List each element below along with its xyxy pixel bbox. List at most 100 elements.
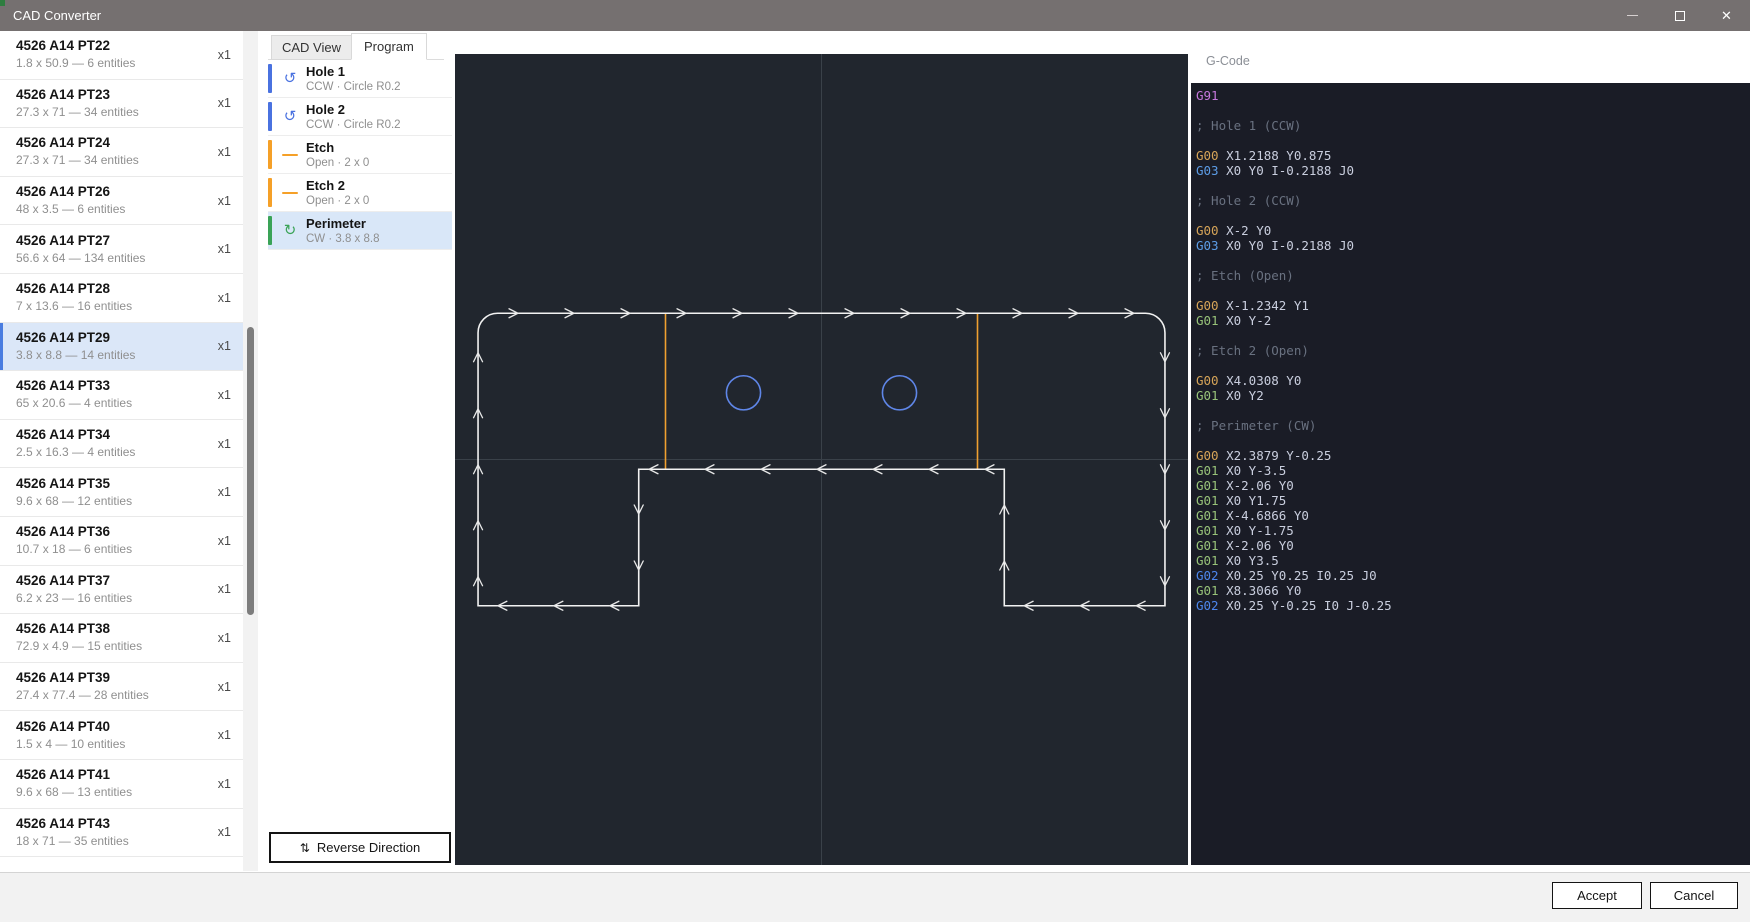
- minimize-icon: [1627, 15, 1638, 16]
- operation-item[interactable]: ↺Hole 1CCW · Circle R0.2: [268, 60, 452, 98]
- tab-cad-view[interactable]: CAD View: [271, 35, 352, 60]
- part-dims: 27.4 x 77.4 — 28 entities: [16, 688, 210, 703]
- part-list-item[interactable]: 4526 A14 PT401.5 x 4 — 10 entitiesx1: [0, 711, 243, 760]
- part-list-item[interactable]: 4526 A14 PT293.8 x 8.8 — 14 entities x1: [0, 323, 243, 372]
- reverse-direction-label: Reverse Direction: [317, 840, 420, 855]
- part-list-item[interactable]: 4526 A14 PT2648 x 3.5 — 6 entitiesx1: [0, 177, 243, 226]
- footer-bar: Accept Cancel: [0, 872, 1750, 922]
- part-list-item[interactable]: 4526 A14 PT3610.7 x 18 — 6 entitiesx1: [0, 517, 243, 566]
- parts-list: 4526 A14 PT221.8 x 50.9 — 6 entitiesx145…: [0, 31, 243, 872]
- gcode-line: G03 X0 Y0 I-0.2188 J0: [1196, 163, 1750, 178]
- part-quantity: x1: [218, 825, 231, 839]
- part-info: 4526 A14 PT3927.4 x 77.4 — 28 entities: [16, 670, 210, 703]
- part-list-item[interactable]: 4526 A14 PT221.8 x 50.9 — 6 entitiesx1: [0, 31, 243, 80]
- part-name: 4526 A14 PT36: [16, 524, 210, 540]
- gcode-title: G-Code: [1206, 54, 1250, 68]
- part-list-item[interactable]: 4526 A14 PT419.6 x 68 — 13 entitiesx1: [0, 760, 243, 809]
- part-quantity: x1: [218, 48, 231, 62]
- gcode-line: G00 X2.3879 Y-0.25: [1196, 448, 1750, 463]
- cancel-button[interactable]: Cancel: [1650, 882, 1738, 909]
- gcode-line: G00 X-2 Y0: [1196, 223, 1750, 238]
- part-list-item[interactable]: 4526 A14 PT44x1: [0, 857, 243, 872]
- part-info: 4526 A14 PT2648 x 3.5 — 6 entities: [16, 184, 210, 217]
- part-dims: 6.2 x 23 — 16 entities: [16, 591, 210, 606]
- operation-text: Etch 2Open · 2 x 0: [306, 178, 369, 208]
- operation-accent-bar: [268, 178, 272, 207]
- part-list-item[interactable]: 4526 A14 PT359.6 x 68 — 12 entitiesx1: [0, 468, 243, 517]
- part-list-item[interactable]: 4526 A14 PT37 6.2 x 23 — 16 entities x1: [0, 566, 243, 615]
- part-quantity: x1: [218, 242, 231, 256]
- part-name: 4526 A14 PT33: [16, 378, 210, 394]
- gcode-line: G01 X0 Y-3.5: [1196, 463, 1750, 478]
- operation-detail: CCW · Circle R0.2: [306, 118, 401, 132]
- part-info: 4526 A14 PT3872.9 x 4.9 — 15 entities: [16, 621, 210, 654]
- gcode-line: ; Etch (Open): [1196, 268, 1750, 283]
- parts-list-scrollbar[interactable]: [243, 31, 258, 871]
- operation-text: Hole 2CCW · Circle R0.2: [306, 102, 401, 132]
- program-panel: CAD ViewProgram ↺ Hole 1 CCW · Circle R0.2…: [258, 31, 455, 866]
- tab-program[interactable]: Program: [351, 33, 427, 60]
- gcode-line: G00 X1.2188 Y0.875: [1196, 148, 1750, 163]
- part-list-item[interactable]: 4526 A14 PT342.5 x 16.3 — 4 entitiesx1: [0, 420, 243, 469]
- part-dims: 9.6 x 68 — 12 entities: [16, 494, 210, 509]
- part-name: 4526 A14 PT37: [16, 573, 210, 589]
- scrollbar-thumb[interactable]: [247, 327, 254, 615]
- gcode-line: G01 X-2.06 Y0: [1196, 538, 1750, 553]
- operation-name: Hole 1: [306, 64, 401, 79]
- gcode-line: ; Etch 2 (Open): [1196, 343, 1750, 358]
- gcode-line: G01 X0 Y-1.75: [1196, 523, 1750, 538]
- part-dims: 56.6 x 64 — 134 entities: [16, 251, 210, 266]
- gcode-line: [1196, 403, 1750, 418]
- operation-accent-bar: [268, 216, 272, 245]
- gcode-line: ; Hole 1 (CCW): [1196, 118, 1750, 133]
- part-quantity: x1: [218, 339, 231, 353]
- part-quantity: x1: [218, 728, 231, 742]
- part-list-item[interactable]: 4526 A14 PT2327.3 x 71 — 34 entitiesx1: [0, 80, 243, 129]
- part-list-item[interactable]: 4526 A14 PT3365 x 20.6 — 4 entitiesx1: [0, 371, 243, 420]
- maximize-button[interactable]: [1656, 0, 1703, 31]
- accept-button[interactable]: Accept: [1552, 882, 1642, 909]
- part-list-item[interactable]: 4526 A14 PT3872.9 x 4.9 — 15 entitiesx1: [0, 614, 243, 663]
- part-name: 4526 A14 PT28: [16, 281, 210, 297]
- part-info: 4526 A14 PT293.8 x 8.8 — 14 entities: [16, 330, 210, 363]
- part-name: 4526 A14 PT29: [16, 330, 210, 346]
- part-dims: 7 x 13.6 — 16 entities: [16, 299, 210, 314]
- part-quantity: x1: [218, 582, 231, 596]
- gcode-line: ; Perimeter (CW): [1196, 418, 1750, 433]
- operation-item[interactable]: EtchOpen · 2 x 0: [268, 136, 452, 174]
- operation-item[interactable]: ↻PerimeterCW · 3.8 x 8.8: [268, 212, 452, 250]
- reverse-direction-button[interactable]: ⇅ Reverse Direction: [269, 832, 451, 863]
- minimize-button[interactable]: [1609, 0, 1656, 31]
- cad-canvas[interactable]: [455, 54, 1188, 865]
- part-info: 4526 A14 PT419.6 x 68 — 13 entities: [16, 767, 210, 800]
- part-dims: 65 x 20.6 — 4 entities: [16, 396, 210, 411]
- part-list-item[interactable]: 4526 A14 PT4318 x 71 — 35 entitiesx1: [0, 809, 243, 858]
- operation-accent-bar: [268, 102, 272, 131]
- part-list-item[interactable]: 4526 A14 PT3927.4 x 77.4 — 28 entitiesx1: [0, 663, 243, 712]
- operation-item[interactable]: Etch 2Open · 2 x 0: [268, 174, 452, 212]
- hole-circle: [726, 376, 760, 410]
- operation-item[interactable]: ↺Hole 2CCW · Circle R0.2: [268, 98, 452, 136]
- part-list-item[interactable]: 4526 A14 PT2427.3 x 71 — 34 entitiesx1: [0, 128, 243, 177]
- part-list-item[interactable]: 4526 A14 PT2756.6 x 64 — 134 entitiesx1: [0, 225, 243, 274]
- gcode-text[interactable]: G91 ; Hole 1 (CCW) G00 X1.2188 Y0.875G03…: [1191, 83, 1750, 865]
- gcode-line: [1196, 283, 1750, 298]
- gcode-line: G03 X0 Y0 I-0.2188 J0: [1196, 238, 1750, 253]
- window-title: CAD Converter: [13, 8, 101, 23]
- gcode-line: G02 X0.25 Y-0.25 I0 J-0.25: [1196, 598, 1750, 613]
- close-button[interactable]: ✕: [1703, 0, 1750, 31]
- operation-name: Etch: [306, 140, 369, 155]
- part-list-item[interactable]: 4526 A14 PT287 x 13.6 — 16 entitiesx1: [0, 274, 243, 323]
- gcode-line: G91: [1196, 88, 1750, 103]
- operation-detail: Open · 2 x 0: [306, 194, 369, 208]
- gcode-line: [1196, 133, 1750, 148]
- gcode-line: G01 X0 Y3.5: [1196, 553, 1750, 568]
- part-info: 4526 A14 PT3610.7 x 18 — 6 entities: [16, 524, 210, 557]
- etch-line-glyph: [282, 154, 298, 156]
- operation-name: Hole 2: [306, 102, 401, 117]
- part-quantity: x1: [218, 145, 231, 159]
- part-name: 4526 A14 PT24: [16, 135, 210, 151]
- part-quantity: x1: [218, 437, 231, 451]
- operation-name: Etch 2: [306, 178, 369, 193]
- ccw-arrow-icon: ↺: [278, 71, 302, 86]
